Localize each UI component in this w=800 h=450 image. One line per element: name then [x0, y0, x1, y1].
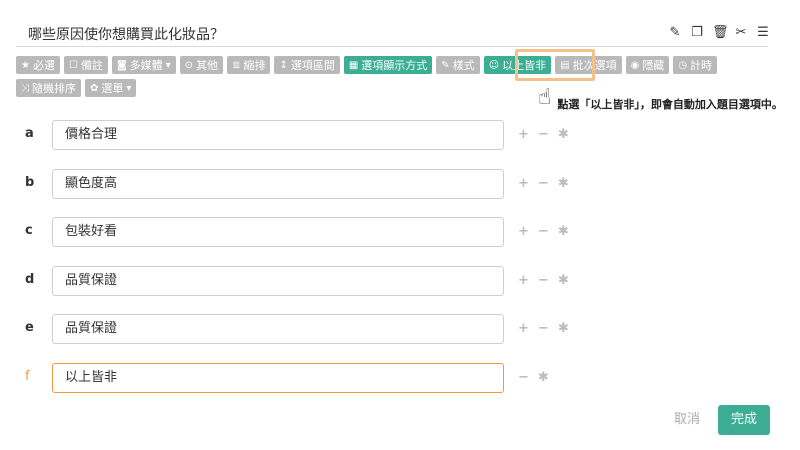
option-row: b 顯色度高 + − ✱ [0, 169, 800, 199]
plus-icon[interactable]: + [518, 127, 529, 142]
toolbar-button-gear[interactable]: ✿ 選單 ▾ [85, 79, 137, 97]
toolbar-button-label: 必選 [32, 59, 55, 72]
toolbar-button-range[interactable]: ↕ 選項區間 [274, 56, 340, 74]
chevron-down-icon: ▾ [126, 82, 132, 94]
option-row: d 品質保證 + − ✱ [0, 266, 800, 296]
hint-text: 點選「以上皆非」，即會自動加入題目選項中。 [557, 98, 783, 111]
copy-icon[interactable]: ❐ [690, 26, 704, 40]
gear-icon[interactable]: ✱ [558, 273, 569, 288]
option-row: f 以上皆非 − ✱ [0, 363, 800, 393]
toolbar-button-label: 樣式 [452, 59, 475, 72]
toolbar-button-clock[interactable]: ◷ 計時 [673, 56, 718, 74]
clock-icon: ◷ [678, 59, 688, 71]
minus-icon[interactable]: − [518, 370, 529, 385]
gear-icon[interactable]: ✱ [538, 370, 549, 385]
minus-icon[interactable]: − [538, 176, 549, 191]
gear-icon: ✿ [90, 82, 99, 94]
toolbar-button-indent[interactable]: ≣ 縮排 [227, 56, 271, 74]
option-letter: e [25, 320, 34, 335]
shuffle-icon: ⤨ [21, 82, 29, 94]
star-icon: ★ [21, 59, 30, 71]
toolbar-button-label: 選項顯示方式 [361, 59, 428, 72]
done-button[interactable]: 完成 [718, 405, 770, 435]
toolbar-button-label: 選項區間 [290, 59, 335, 72]
minus-icon[interactable]: − [538, 273, 549, 288]
plus-icon[interactable]: + [518, 176, 529, 191]
toolbar-button-other[interactable]: ⊙ 其他 [179, 56, 224, 74]
hint: ☝ 點選「以上皆非」，即會自動加入題目選項中。 [538, 87, 783, 112]
plus-icon[interactable]: + [518, 273, 529, 288]
comment-icon: ☐ [68, 59, 78, 71]
minus-icon[interactable]: − [538, 127, 549, 142]
menu-icon[interactable]: ☰ [756, 26, 770, 40]
edit-icon[interactable]: ✎ [668, 26, 682, 40]
option-row: e 品質保證 + − ✱ [0, 314, 800, 344]
toolbar-button-eye-slash[interactable]: ◉ 隱藏 [625, 56, 670, 74]
option-letter: d [25, 272, 35, 287]
option-actions: + − ✱ [518, 176, 569, 191]
option-actions: − ✱ [518, 370, 549, 385]
plus-icon[interactable]: + [518, 321, 529, 336]
plus-icon[interactable]: + [518, 224, 529, 239]
option-input[interactable]: 以上皆非 [52, 363, 504, 393]
option-actions: + − ✱ [518, 224, 569, 239]
range-icon: ↕ [279, 59, 288, 71]
gear-icon[interactable]: ✱ [558, 321, 569, 336]
option-input[interactable]: 品質保證 [52, 314, 504, 344]
toolbar-button-brush[interactable]: ✎ 樣式 [436, 56, 480, 74]
toolbar-button-label: 其他 [196, 59, 219, 72]
option-letter: c [25, 223, 33, 238]
option-row: c 包裝好看 + − ✱ [0, 217, 800, 247]
toolbar-button-label: 選單 [101, 82, 124, 95]
minus-icon[interactable]: − [538, 224, 549, 239]
option-letter: a [25, 126, 34, 141]
cancel-button[interactable]: 取消 [664, 405, 710, 435]
toolbar-button-label: 隨機排序 [32, 82, 76, 95]
toolbar-button-shuffle[interactable]: ⤨ 隨機排序 [16, 79, 81, 97]
option-letter: b [25, 175, 35, 190]
chevron-down-icon: ▾ [165, 59, 171, 71]
option-input[interactable]: 顯色度高 [52, 169, 504, 199]
toolbar-button-label: 縮排 [243, 59, 266, 72]
camera-icon: ◙ [116, 59, 127, 71]
option-row: a 價格合理 + − ✱ [0, 120, 800, 150]
trash-icon[interactable]: 🗑 [712, 26, 729, 40]
other-icon: ⊙ [184, 59, 194, 71]
toolbar-button-label: 計時 [690, 59, 713, 72]
pointing-hand-icon: ☝ [538, 85, 552, 110]
toolbar-button-grid[interactable]: ▦ 選項顯示方式 [343, 56, 433, 74]
question-tools: ✎ ❐ 🗑 ✂ ☰ [668, 26, 770, 40]
gear-icon[interactable]: ✱ [558, 127, 569, 142]
option-actions: + − ✱ [518, 127, 569, 142]
minus-icon[interactable]: − [538, 321, 549, 336]
question-title[interactable]: 哪些原因使你想購買此化妝品？ [28, 24, 224, 44]
grid-icon: ▦ [348, 59, 359, 71]
gear-icon[interactable]: ✱ [558, 176, 569, 191]
toolbar-row-1: ★ 必選 ☐ 備註 ◙ 多媒體 ▾ ⊙ 其他 ≣ 縮排 ↕ 選項區間 ▦ 選項顯示方式 ✎ 樣式 ☺ 以上皆非 ▤ 批次… [16, 56, 786, 74]
gear-icon[interactable]: ✱ [558, 224, 569, 239]
option-input[interactable]: 品質保證 [52, 266, 504, 296]
option-input[interactable]: 價格合理 [52, 120, 504, 150]
option-letter: f [25, 369, 30, 384]
toolbar-button-star[interactable]: ★ 必選 [16, 56, 60, 74]
none-of-above-icon: ☺ [488, 59, 500, 71]
toolbar-button-label: 多媒體 [129, 59, 163, 72]
highlight-box [515, 49, 595, 81]
option-actions: + − ✱ [518, 321, 569, 336]
option-actions: + − ✱ [518, 273, 569, 288]
title-underline [16, 46, 768, 47]
brush-icon: ✎ [441, 59, 450, 71]
toolbar-button-camera[interactable]: ◙ 多媒體 ▾ [111, 56, 176, 74]
eye-slash-icon: ◉ [630, 59, 640, 71]
toolbar-button-label: 隱藏 [642, 59, 665, 72]
toolbar-button-comment[interactable]: ☐ 備註 [63, 56, 108, 74]
indent-icon: ≣ [232, 59, 241, 71]
scissors-icon[interactable]: ✂ [734, 26, 748, 40]
option-input[interactable]: 包裝好看 [52, 217, 504, 247]
toolbar-button-label: 備註 [80, 59, 103, 72]
